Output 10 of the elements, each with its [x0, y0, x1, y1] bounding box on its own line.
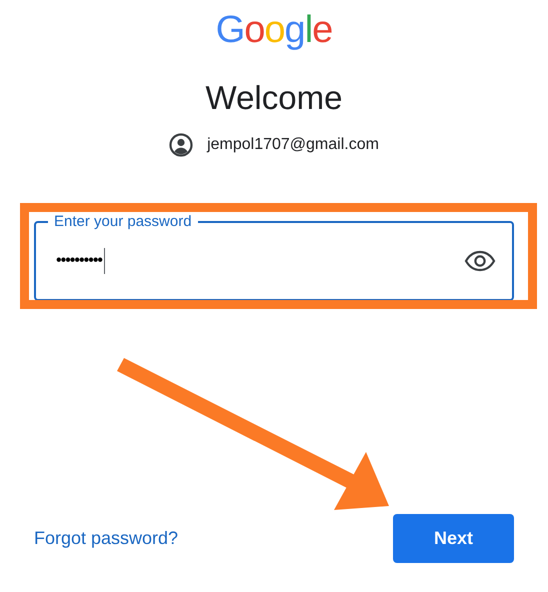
password-value: •••••••••• — [56, 251, 102, 271]
field-label: Enter your password — [48, 212, 198, 232]
eye-icon[interactable] — [464, 250, 496, 272]
welcome-heading: Welcome — [206, 78, 342, 118]
forgot-password-link[interactable]: Forgot password? — [34, 525, 178, 552]
text-cursor — [104, 248, 106, 274]
google-logo: Google — [216, 8, 332, 52]
account-email: jempol1707@gmail.com — [207, 135, 379, 155]
account-icon — [169, 133, 194, 157]
next-button[interactable]: Next — [393, 514, 514, 563]
